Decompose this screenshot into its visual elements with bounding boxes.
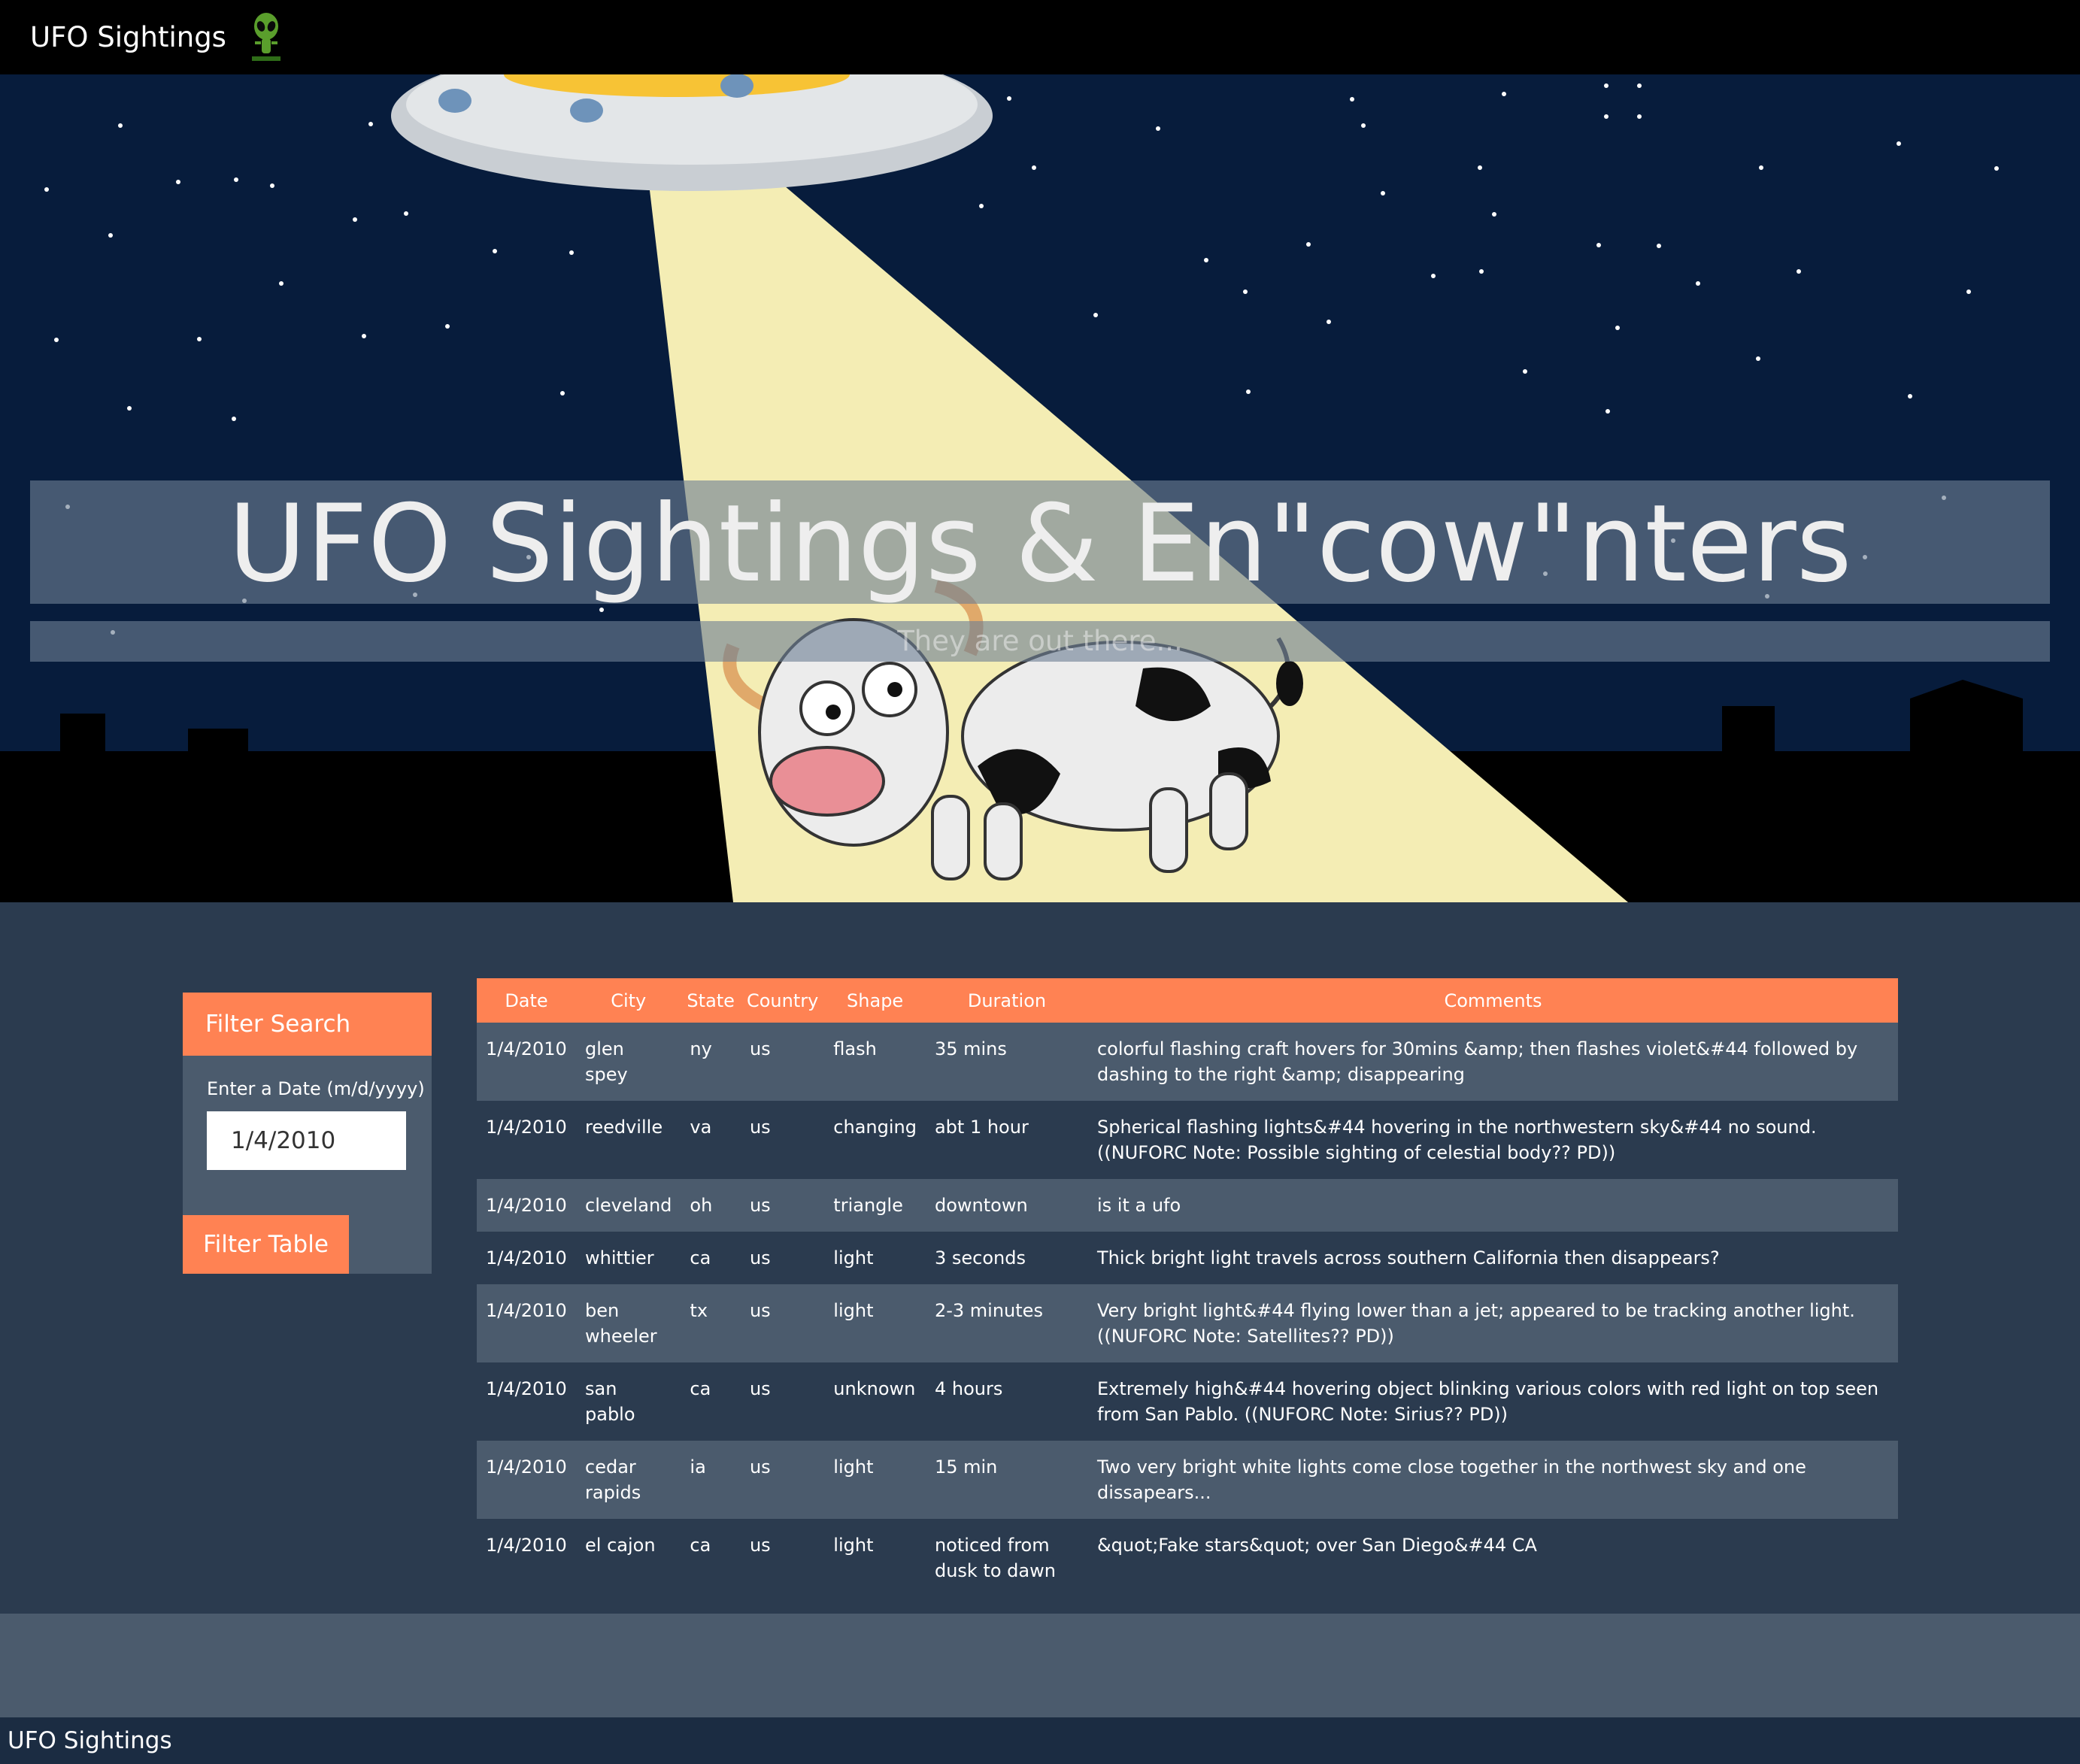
column-header-duration: Duration [967, 990, 1047, 1011]
cell-state: ny [690, 1038, 712, 1059]
cell-shape: changing [833, 1117, 917, 1138]
column-header-state: State [687, 990, 735, 1011]
table-row: 1/4/2010 san pablo ca us unknown 4 hours Extre… [477, 1362, 1898, 1441]
cell-comments: Thick bright light travels across southe… [1096, 1247, 1720, 1268]
cell-date: 1/4/2010 [486, 1535, 567, 1556]
cell-country: us [749, 1038, 771, 1059]
cell-city: whittier [585, 1247, 654, 1268]
cell-city: cleveland [585, 1195, 672, 1216]
filter-panel-header: Filter Search [183, 993, 432, 1056]
ufo-table: Date City State Country Shape Duration C… [477, 978, 1898, 1597]
cell-shape: unknown [833, 1378, 916, 1399]
cell-date: 1/4/2010 [486, 1247, 567, 1268]
cell-city: cedar rapids [585, 1456, 641, 1503]
cell-duration: noticed from dusk to dawn [934, 1535, 1056, 1581]
footer: UFO Sightings [0, 1717, 2080, 1764]
hero-banner: UFO Sightings & En"cow"nters They are ou… [0, 74, 2080, 902]
table-header-row: Date City State Country Shape Duration C… [477, 978, 1898, 1023]
cell-state: tx [690, 1300, 708, 1321]
cell-comments: colorful flashing craft hovers for 30min… [1096, 1038, 1858, 1085]
cell-city: san pablo [585, 1378, 635, 1425]
cell-state: ia [690, 1456, 706, 1478]
cell-country: us [749, 1117, 771, 1138]
date-filter-label: Enter a Date (m/d/yyyy) [207, 1078, 425, 1099]
navbar-brand-link[interactable]: UFO Sightings [30, 21, 226, 53]
cell-country: us [749, 1535, 771, 1556]
table-row: 1/4/2010 cedar rapids ia us light 15 min Two v… [477, 1441, 1898, 1519]
cell-comments: Two very bright white lights come close … [1096, 1456, 1806, 1503]
cell-country: us [749, 1456, 771, 1478]
filter-panel: Filter Search Enter a Date (m/d/yyyy) Fi… [183, 993, 432, 1274]
cell-city: el cajon [585, 1535, 656, 1556]
navbar: UFO Sightings [0, 0, 2080, 74]
column-header-country: Country [746, 990, 819, 1011]
cell-comments: Very bright light&#44 flying lower than … [1096, 1300, 1855, 1347]
page-subtitle: They are out there... [897, 625, 1183, 657]
cell-date: 1/4/2010 [486, 1117, 567, 1138]
cell-duration: 2-3 minutes [934, 1300, 1043, 1321]
cell-country: us [749, 1247, 771, 1268]
column-header-date: Date [505, 990, 548, 1011]
cell-duration: downtown [934, 1195, 1028, 1216]
cell-date: 1/4/2010 [486, 1300, 567, 1321]
cell-country: us [749, 1378, 771, 1399]
cell-shape: triangle [833, 1195, 903, 1216]
cell-state: ca [690, 1378, 711, 1399]
cell-shape: light [833, 1456, 874, 1478]
page-title: UFO Sightings & En"cow"nters [228, 482, 1852, 606]
cell-state: oh [690, 1195, 713, 1216]
cell-city: reedville [585, 1117, 663, 1138]
cell-city: ben wheeler [585, 1300, 657, 1347]
alien-icon [251, 12, 280, 61]
cell-shape: light [833, 1247, 874, 1268]
table-row: 1/4/2010 glen spey ny us flash 35 mins colorfu… [477, 1023, 1898, 1101]
cell-shape: flash [833, 1038, 877, 1059]
cell-date: 1/4/2010 [486, 1378, 567, 1399]
cell-duration: 15 min [934, 1456, 998, 1478]
cell-comments: Extremely high&#44 hovering object blink… [1096, 1378, 1879, 1425]
cell-state: ca [690, 1247, 711, 1268]
cell-duration: abt 1 hour [934, 1117, 1029, 1138]
column-header-comments: Comments [1444, 990, 1542, 1011]
cell-date: 1/4/2010 [486, 1195, 567, 1216]
table-row: 1/4/2010 reedville va us changing abt 1 hour S… [477, 1101, 1898, 1179]
cell-country: us [749, 1300, 771, 1321]
column-header-city: City [611, 990, 647, 1011]
cell-comments: &quot;Fake stars&quot; over San Diego&#4… [1096, 1535, 1537, 1556]
filter-table-button[interactable]: Filter Table [183, 1215, 349, 1274]
cell-shape: light [833, 1300, 874, 1321]
cell-duration: 3 seconds [934, 1247, 1026, 1268]
cell-duration: 4 hours [934, 1378, 1003, 1399]
table-row: 1/4/2010 cleveland oh us triangle downtown is … [477, 1179, 1898, 1232]
column-header-shape: Shape [847, 990, 904, 1011]
footer-text: UFO Sightings [8, 1727, 172, 1754]
cell-comments: Spherical flashing lights&#44 hovering i… [1096, 1117, 1817, 1163]
date-filter-input[interactable] [207, 1111, 406, 1170]
cell-shape: light [833, 1535, 874, 1556]
cell-date: 1/4/2010 [486, 1456, 567, 1478]
table-row: 1/4/2010 whittier ca us light 3 seconds Thick … [477, 1232, 1898, 1284]
cell-country: us [749, 1195, 771, 1216]
cell-state: va [690, 1117, 712, 1138]
cell-duration: 35 mins [934, 1038, 1007, 1059]
footer-band [0, 1614, 2080, 1717]
table-row: 1/4/2010 el cajon ca us light noticed from du… [477, 1519, 1898, 1597]
cell-state: ca [690, 1535, 711, 1556]
cell-comments: is it a ufo [1096, 1195, 1181, 1216]
cell-date: 1/4/2010 [486, 1038, 567, 1059]
cell-city: glen spey [585, 1038, 628, 1085]
table-row: 1/4/2010 ben wheeler tx us light 2-3 minutes V… [477, 1284, 1898, 1362]
